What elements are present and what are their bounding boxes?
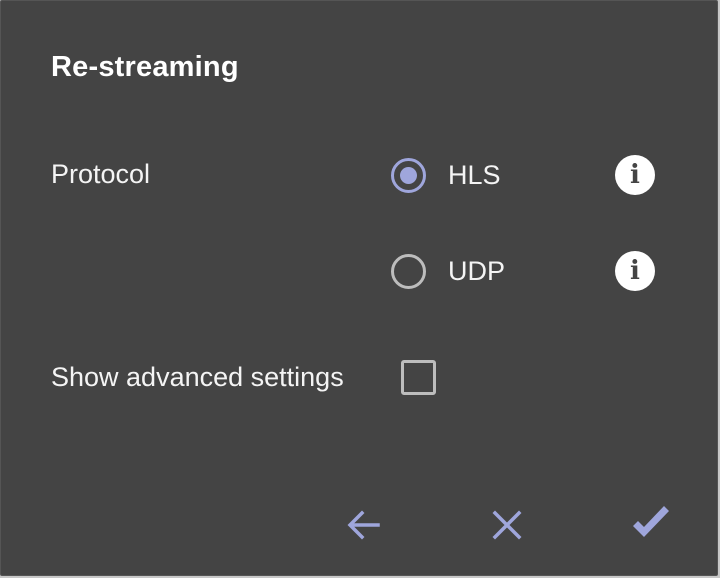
udp-radio-button[interactable] <box>391 253 426 289</box>
cancel-button[interactable] <box>485 503 529 547</box>
checkmark-icon <box>633 506 669 537</box>
hls-info-icon[interactable]: i <box>615 155 655 195</box>
advanced-settings-label: Show advanced settings <box>51 362 344 392</box>
advanced-settings-checkbox[interactable] <box>401 360 436 395</box>
confirm-button[interactable] <box>629 503 673 547</box>
hls-radio-label[interactable]: HLS <box>448 160 501 191</box>
dialog-title: Re-streaming <box>51 51 239 83</box>
back-button[interactable] <box>342 503 386 547</box>
protocol-label: Protocol <box>51 159 151 189</box>
protocol-option-udp[interactable]: UDP <box>391 249 505 293</box>
udp-radio-label[interactable]: UDP <box>448 256 505 287</box>
restreaming-dialog: Re-streaming Protocol HLS i UDP i Show a… <box>0 0 718 576</box>
protocol-option-hls[interactable]: HLS <box>391 153 501 197</box>
hls-radio-button[interactable] <box>391 157 426 193</box>
close-icon <box>492 510 522 540</box>
udp-info-icon[interactable]: i <box>615 251 655 291</box>
arrow-left-icon <box>347 510 380 540</box>
